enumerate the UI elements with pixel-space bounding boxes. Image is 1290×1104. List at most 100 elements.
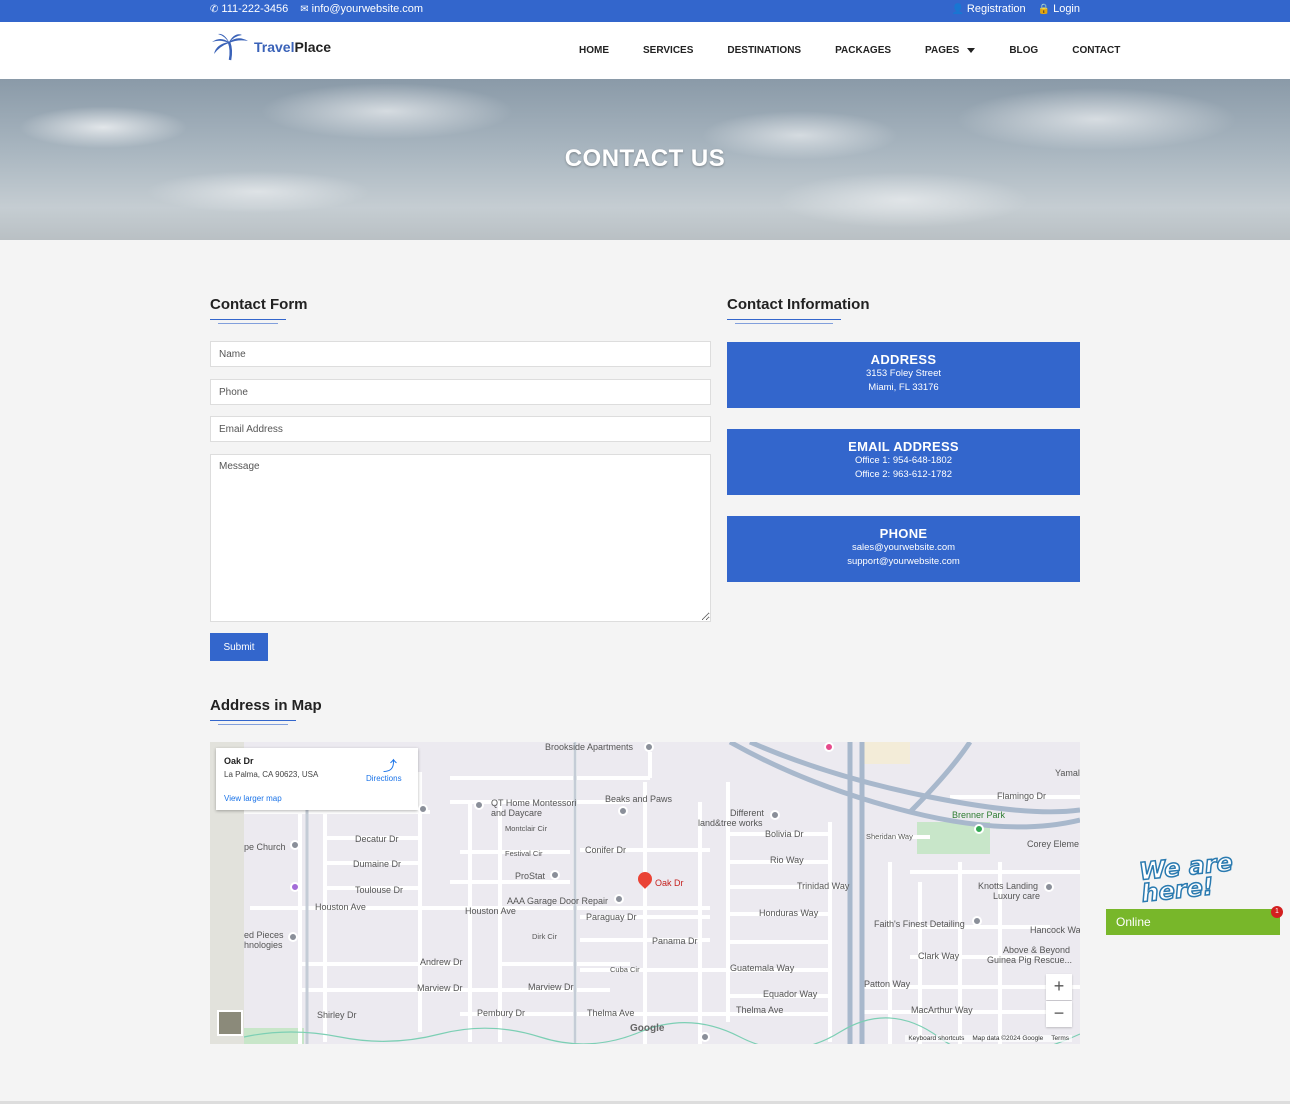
map-label: pe Church — [244, 842, 286, 852]
park-marker-icon[interactable] — [974, 824, 984, 834]
map-info-card: Oak Dr La Palma, CA 90623, USA ⤴ Directi… — [216, 748, 418, 810]
map-label: Marview Dr — [528, 982, 574, 992]
google-map[interactable]: Oak Dr La Palma, CA 90623, USA ⤴ Directi… — [210, 742, 1080, 1044]
poi-marker-icon[interactable] — [770, 810, 780, 820]
heading-underline — [210, 720, 296, 721]
address-box: ADDRESS 3153 Foley Street Miami, FL 3317… — [727, 342, 1080, 408]
phone-input[interactable] — [210, 379, 711, 405]
poi-marker-icon[interactable] — [644, 742, 654, 752]
map-pin-label: Oak Dr — [655, 878, 684, 888]
email-input[interactable] — [210, 416, 711, 442]
map-label: Shirley Dr — [317, 1010, 357, 1020]
email-contact[interactable]: ✉ info@yourwebsite.com — [300, 3, 423, 15]
phone-line1: sales@yourwebsite.com — [851, 542, 956, 553]
map-label: Guatemala Way — [730, 963, 795, 973]
map-label: Different — [730, 808, 764, 818]
map-label: Beaks and Paws — [605, 794, 673, 804]
map-label: Knotts Landing — [978, 881, 1039, 891]
contact-info-heading: Contact Information — [727, 296, 870, 313]
map-label: Houston Ave — [465, 906, 516, 916]
main-menu: HOME SERVICES DESTINATIONS PACKAGES PAGE… — [579, 45, 1120, 56]
palm-tree-icon — [212, 33, 248, 61]
chat-online-button[interactable]: Online — [1106, 909, 1280, 935]
directions-icon[interactable]: ⤴ — [383, 756, 397, 776]
map-label: hnologies — [244, 940, 283, 950]
main-navbar: TravelPlace HOME SERVICES DESTINATIONS P… — [0, 22, 1290, 79]
map-label: Luxury care — [993, 891, 1041, 901]
menu-contact[interactable]: CONTACT — [1072, 45, 1120, 56]
submit-button[interactable]: Submit — [210, 633, 268, 661]
menu-services[interactable]: SERVICES — [643, 45, 693, 56]
poi-marker-icon[interactable] — [474, 800, 484, 810]
map-label: ed Pieces — [244, 930, 284, 940]
heading-underline — [218, 724, 288, 725]
we-are-here-headline[interactable]: We are here! — [1137, 845, 1290, 908]
map-label: Cuba Cir — [610, 965, 640, 974]
poi-marker-icon[interactable] — [972, 916, 982, 926]
terms-link[interactable]: Terms — [1051, 1035, 1069, 1042]
phone-contact[interactable]: ✆ 111-222-3456 — [210, 3, 288, 15]
menu-packages[interactable]: PACKAGES — [835, 45, 891, 56]
lock-icon: 🔒 — [1037, 4, 1051, 15]
map-label: Brenner Park — [952, 810, 1006, 820]
map-label: Rio Way — [770, 855, 804, 865]
menu-destinations[interactable]: DESTINATIONS — [727, 45, 801, 56]
poi-marker-icon[interactable] — [1044, 882, 1054, 892]
map-place-address: La Palma, CA 90623, USA — [224, 770, 319, 779]
login-link[interactable]: 🔒 Login — [1038, 3, 1080, 15]
page-title: CONTACT US — [564, 145, 726, 172]
map-label: Trinidad Way — [797, 881, 850, 891]
poi-marker-icon[interactable] — [618, 806, 628, 816]
address-heading: ADDRESS — [870, 352, 937, 367]
map-label: Thelma Ave — [736, 1005, 784, 1015]
registration-link[interactable]: 👤 Registration — [951, 3, 1025, 15]
map-label: Above & Beyond — [1003, 945, 1071, 955]
map-label: Conifer Dr — [585, 845, 627, 855]
map-label: Dumaine Dr — [353, 859, 402, 869]
satellite-toggle-button[interactable] — [217, 1010, 243, 1036]
hero-banner: CONTACT US — [0, 79, 1290, 240]
google-logo: Google — [630, 1023, 665, 1034]
message-textarea[interactable] — [210, 454, 711, 622]
phone-icon: ✆ — [210, 4, 219, 15]
menu-pages[interactable]: PAGES — [925, 45, 976, 56]
map-label: ProStat — [515, 871, 546, 881]
poi-marker-icon[interactable] — [824, 742, 834, 752]
map-label: Hancock Wa — [1030, 925, 1080, 935]
map-label: Toulouse Dr — [355, 885, 404, 895]
map-label: Marview Dr — [417, 983, 463, 993]
zoom-in-button[interactable]: + — [1046, 974, 1072, 1000]
zoom-out-button[interactable]: − — [1046, 1001, 1072, 1027]
poi-marker-icon[interactable] — [700, 1032, 710, 1042]
menu-home[interactable]: HOME — [579, 45, 609, 56]
map-label: Brookside Apartments — [545, 742, 634, 752]
contact-form-heading: Contact Form — [210, 296, 308, 313]
poi-marker-icon[interactable] — [290, 882, 300, 892]
keyboard-shortcuts-link[interactable]: Keyboard shortcuts — [908, 1035, 964, 1042]
poi-marker-icon[interactable] — [550, 870, 560, 880]
directions-link[interactable]: Directions — [366, 774, 402, 783]
user-plus-icon: 👤 — [951, 4, 964, 15]
menu-blog[interactable]: BLOG — [1009, 45, 1038, 56]
map-label: Honduras Way — [759, 908, 819, 918]
map-label: MacArthur Way — [911, 1005, 973, 1015]
map-label: Patton Way — [864, 979, 911, 989]
name-input[interactable] — [210, 341, 711, 367]
map-label: QT Home Montessori — [491, 798, 577, 808]
poi-marker-icon[interactable] — [290, 840, 300, 850]
poi-marker-icon[interactable] — [418, 804, 428, 814]
map-label: Equador Way — [763, 989, 818, 999]
map-label: Dirk Cir — [532, 932, 557, 941]
caret-down-icon — [967, 47, 976, 53]
logo[interactable]: TravelPlace — [210, 32, 331, 62]
map-heading: Address in Map — [210, 697, 322, 714]
poi-marker-icon[interactable] — [288, 932, 298, 942]
map-footer: Keyboard shortcuts Map data ©2024 Google… — [905, 1035, 1072, 1042]
brand-name: TravelPlace — [254, 39, 332, 55]
view-larger-map-link[interactable]: View larger map — [224, 794, 282, 803]
map-label: Corey Eleme — [1027, 839, 1080, 849]
map-label: Houston Ave — [315, 902, 366, 912]
poi-marker-icon[interactable] — [614, 894, 624, 904]
map-label: Faith's Finest Detailing — [874, 919, 965, 929]
map-label: and Daycare — [491, 808, 543, 818]
